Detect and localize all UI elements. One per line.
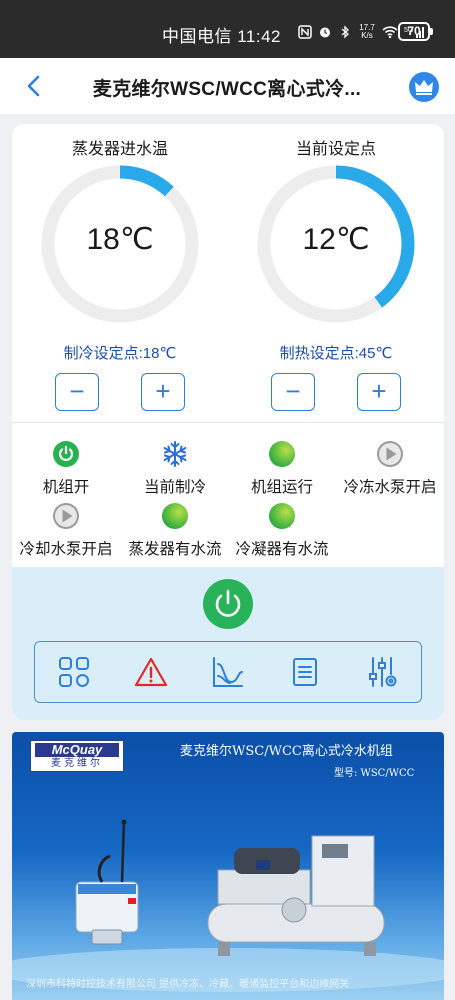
chiller-illustration <box>12 819 444 992</box>
gauge-value: 12℃ <box>302 223 370 256</box>
gauge-current-setpoint: 12℃ <box>256 124 416 354</box>
list-icon[interactable] <box>287 654 323 690</box>
function-toolbar <box>34 641 422 703</box>
nfc-icon <box>298 25 312 39</box>
green-dot-icon <box>269 441 295 467</box>
heating-setpoint-label: 制热设定点:45℃ <box>279 345 393 362</box>
status-unit-on: 机组开 <box>12 439 122 497</box>
crown-icon <box>415 80 433 95</box>
net-speed: 17.7 K/s <box>358 24 376 40</box>
cooling-increase-button[interactable]: + <box>141 373 185 411</box>
bluetooth-icon <box>341 25 349 39</box>
carrier-time: 中国电信 11:42 <box>162 27 282 46</box>
vip-button[interactable] <box>409 72 439 102</box>
gateway-device-image <box>75 819 139 945</box>
gauge-value: 18℃ <box>86 223 154 256</box>
divider <box>12 422 444 423</box>
power-on-icon <box>53 441 79 467</box>
status-evaporator-flow: 蒸发器有水流 <box>119 501 231 559</box>
status-label: 冷冻水泵开启 <box>343 479 437 496</box>
trend-chart-icon[interactable] <box>210 654 246 690</box>
product-banner: McQuay 麦克维尔 麦克维尔WSC/WCC离心式冷水机组 型号: WSC/W… <box>12 732 444 1000</box>
status-cooling-pump-on: 冷却水泵开启 <box>12 501 122 559</box>
wifi-icon <box>382 26 398 39</box>
status-label: 当前制冷 <box>143 479 206 496</box>
back-arrow-icon[interactable] <box>20 72 48 100</box>
status-bar: 中国电信 11:42 17.7 K/s 5G 70 <box>0 0 455 58</box>
status-label: 蒸发器有水流 <box>128 541 222 558</box>
device-panel: 蒸发器进水温 18℃ 当前设定点 12℃ 制冷设定点:18℃ 制热设定点:45℃… <box>12 124 444 720</box>
alarm-icon[interactable] <box>133 654 169 690</box>
alarm-clock-icon <box>320 27 330 38</box>
status-condenser-flow: 冷凝器有水流 <box>226 501 338 559</box>
play-gray-icon <box>377 441 403 467</box>
green-dot-icon <box>162 503 188 529</box>
power-icon <box>215 589 241 617</box>
snowflake-icon <box>163 441 187 467</box>
heating-increase-button[interactable]: + <box>357 373 401 411</box>
status-chilled-pump-on: 冷冻水泵开启 <box>334 439 444 497</box>
power-toggle-button[interactable] <box>203 579 253 629</box>
grid-icon[interactable] <box>56 654 92 690</box>
chiller-unit-image <box>207 835 385 956</box>
control-area <box>12 567 444 720</box>
net-speed-unit: K/s <box>361 31 373 40</box>
status-cooling: 当前制冷 <box>119 439 231 497</box>
status-unit-running: 机组运行 <box>226 439 338 497</box>
cooling-setpoint-label: 制冷设定点:18℃ <box>63 345 177 362</box>
cooling-decrease-button[interactable]: − <box>55 373 99 411</box>
heating-decrease-button[interactable]: − <box>271 373 315 411</box>
green-dot-icon <box>269 503 295 529</box>
page-title: 麦克维尔WSC/WCC离心式冷... <box>92 79 362 100</box>
battery-indicator: 70 <box>398 22 433 41</box>
play-gray-icon <box>53 503 79 529</box>
status-label: 机组运行 <box>250 479 313 496</box>
status-label: 冷却水泵开启 <box>19 541 113 558</box>
status-label: 冷凝器有水流 <box>235 541 329 558</box>
settings-sliders-icon[interactable] <box>364 654 400 690</box>
banner-footer: 深圳市科特时控技术有限公司 提供冷冻、冷藏、暖通监控平台和边缘网关 <box>26 979 350 990</box>
gauge-evaporator-inlet: 18℃ <box>40 124 200 354</box>
app-header: 麦克维尔WSC/WCC离心式冷... <box>0 58 455 114</box>
status-label: 机组开 <box>42 479 90 496</box>
